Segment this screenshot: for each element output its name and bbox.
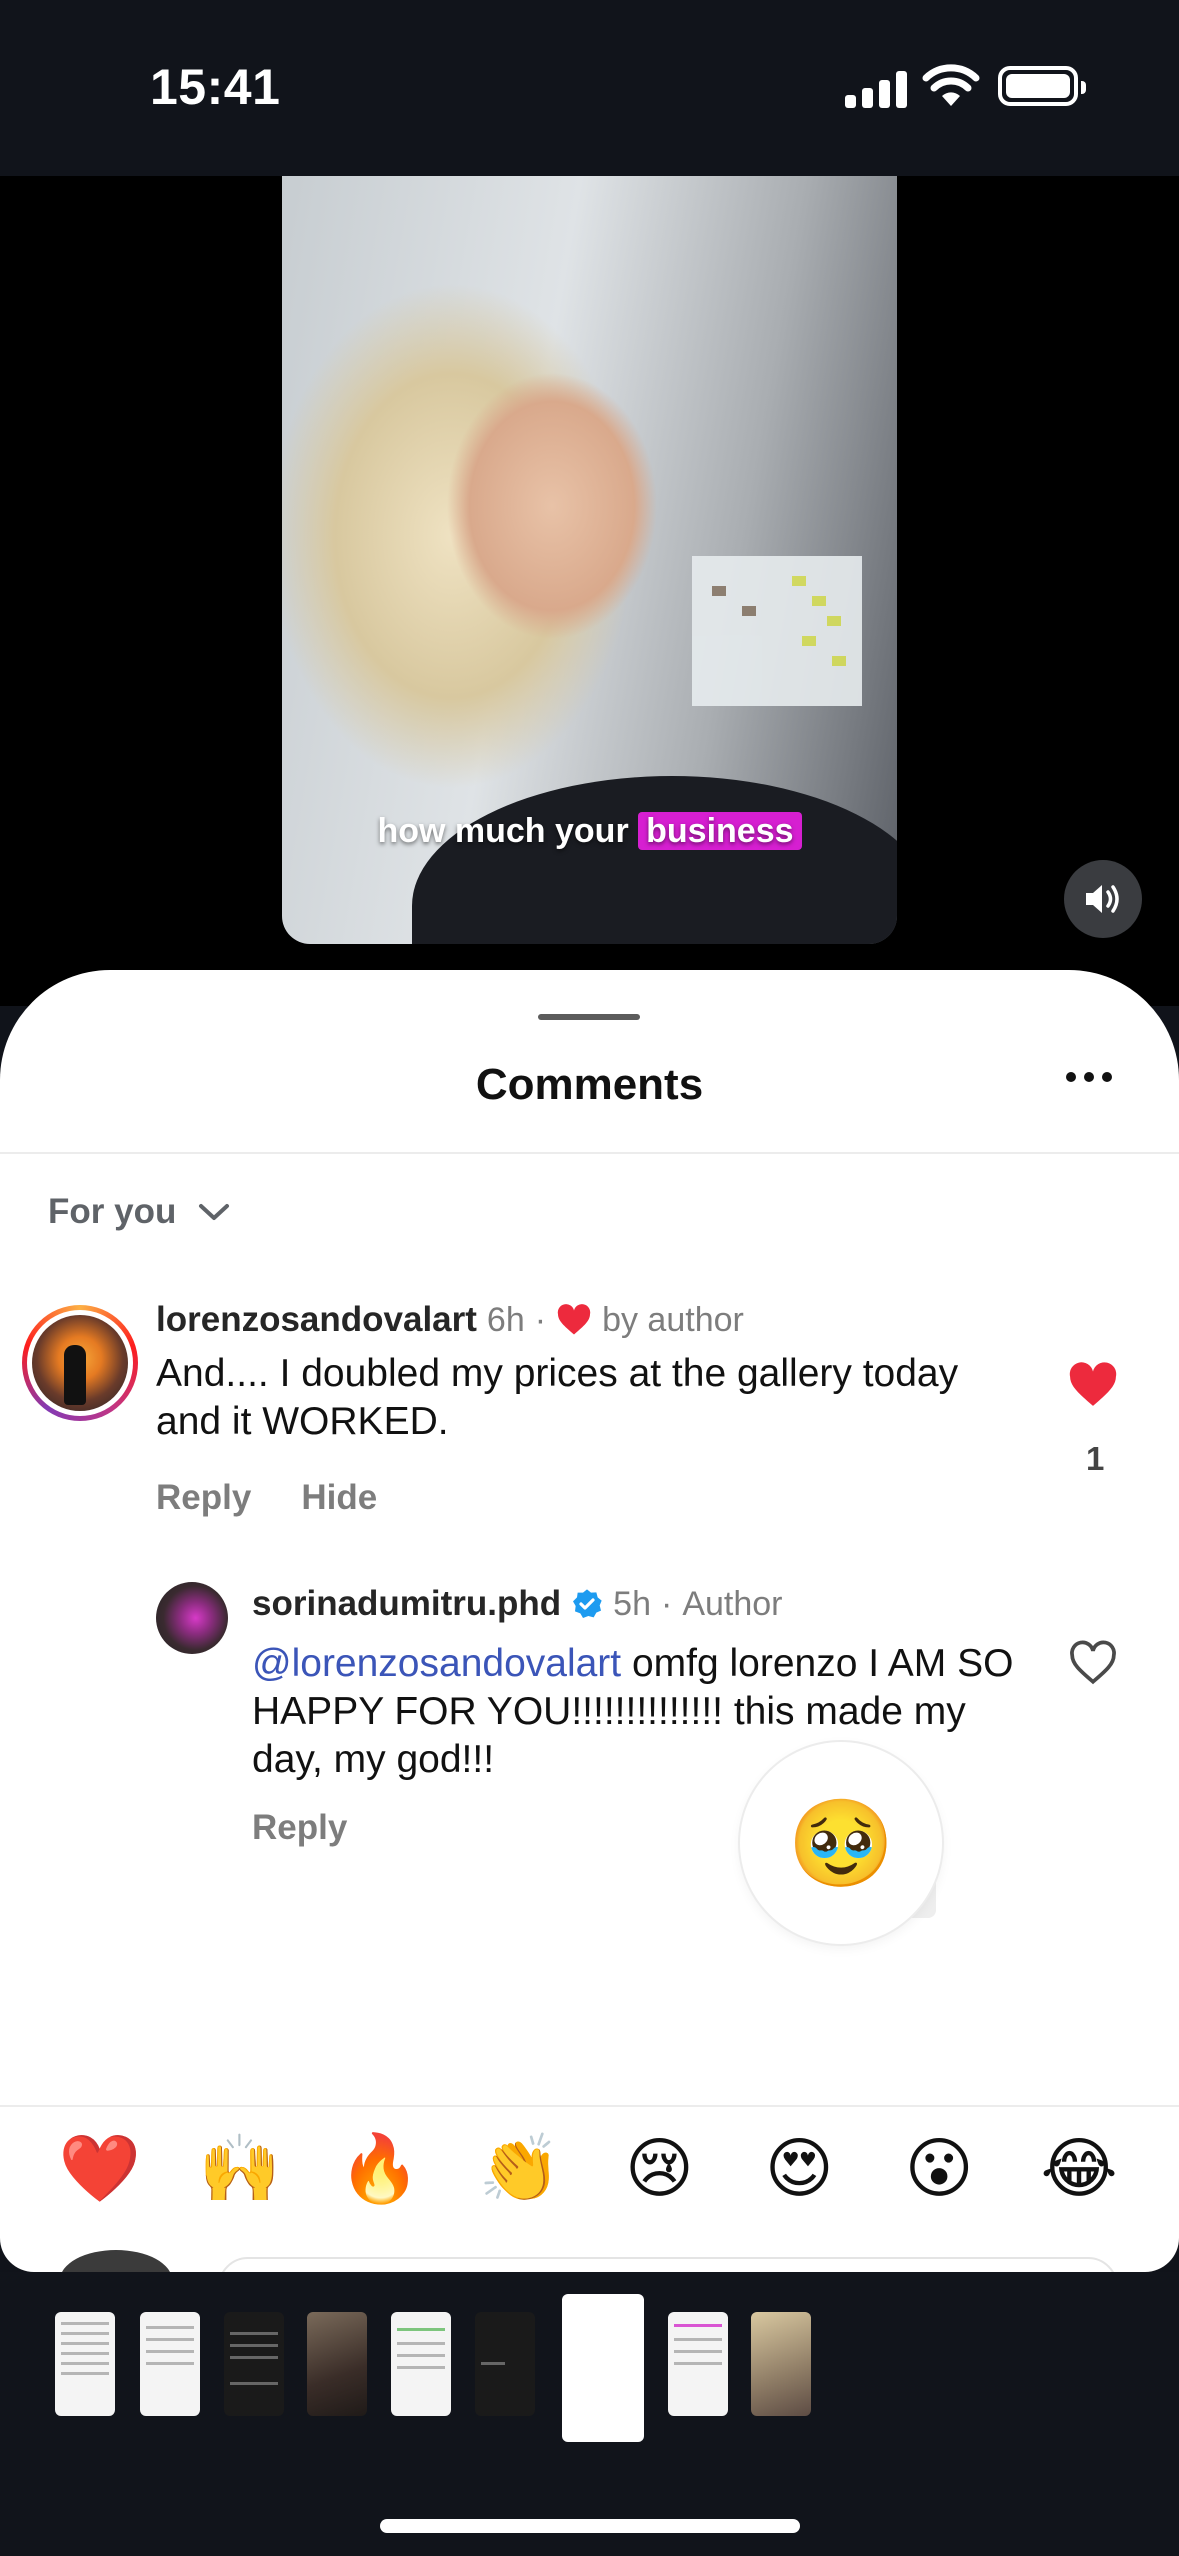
comment-input[interactable] [218,2257,1118,2272]
quick-reactions-bar: ❤️ 🙌 🔥 👏 😢 😍 😮 😂 [0,2130,1179,2208]
cellular-signal-icon [845,68,907,108]
comment-username[interactable]: lorenzosandovalart [156,1300,477,1340]
thumbnail[interactable] [475,2312,535,2416]
chevron-down-icon [199,1204,230,1220]
author-liked-heart-icon [557,1304,591,1335]
thumbnail[interactable] [751,2312,811,2416]
comment-time: 5h [613,1584,651,1623]
app-switcher-strip [0,2272,1179,2556]
avatar[interactable] [156,1582,228,1654]
sheet-grabber[interactable] [538,1014,640,1020]
reaction-heart-eyes[interactable]: 😍 [744,2130,854,2208]
divider [0,2105,1179,2107]
heart-outline-icon[interactable] [1068,1640,1118,1686]
video-caption: how much your business [282,812,897,851]
reaction-heart[interactable]: ❤️ [45,2130,155,2208]
heart-filled-icon[interactable] [1068,1362,1118,1408]
thumbnail[interactable] [668,2312,728,2416]
sort-dropdown[interactable]: For you [48,1192,230,1232]
reaction-popup: 🥹 [740,1742,942,1944]
sort-label: For you [48,1192,177,1231]
mention-link[interactable]: @lorenzosandovalart [252,1642,621,1685]
comment-meta: sorinadumitru.phd 5h · Author [252,1584,783,1624]
like-count[interactable]: 1 [1086,1440,1104,1478]
comment-meta: lorenzosandovalart 6h · by author [156,1300,744,1340]
reaction-laughing[interactable]: 😂 [1024,2130,1134,2208]
hide-button[interactable]: Hide [301,1478,377,1518]
active-thumbnail[interactable] [562,2294,644,2442]
more-dots-icon[interactable] [1066,1072,1112,1082]
thumbnail[interactable] [224,2312,284,2416]
background-wall-notes [692,556,862,706]
divider [0,1152,1179,1154]
caption-highlight: business [638,812,802,850]
video-area: how much your business [0,176,1179,1006]
comments-sheet: Comments For you lorenzosandovalart 6h ·… [0,970,1179,2272]
liked-by-author-label: by author [602,1300,744,1339]
comment-text: And.... I doubled my prices at the galle… [156,1352,959,1443]
comment-username[interactable]: sorinadumitru.phd [252,1584,561,1624]
home-indicator[interactable] [380,2519,800,2533]
comment-actions: Reply Hide [156,1478,377,1518]
thumbnail[interactable] [391,2312,451,2416]
avatar[interactable] [22,1305,138,1421]
reaction-surprised[interactable]: 😮 [884,2130,994,2208]
status-bar: 15:41 [0,0,1179,170]
speaker-icon[interactable] [1064,860,1142,938]
battery-icon [998,66,1086,106]
reply-button[interactable]: Reply [252,1808,347,1848]
reel-video[interactable]: how much your business [282,176,897,944]
thumbnail[interactable] [140,2312,200,2416]
thumbnail[interactable] [307,2312,367,2416]
reaction-raised-hands[interactable]: 🙌 [185,2130,295,2208]
author-label: Author [682,1584,783,1623]
comment-text: @lorenzosandovalart omfg lorenzo I AM SO… [252,1642,1014,1781]
sheet-title: Comments [475,1060,704,1109]
wifi-icon [922,64,980,106]
verified-badge-icon [573,1589,602,1618]
reaction-crying[interactable]: 😢 [604,2130,714,2208]
reaction-fire[interactable]: 🔥 [325,2130,435,2208]
status-time: 15:41 [150,59,281,115]
avatar [60,2250,172,2272]
reaction-clap[interactable]: 👏 [465,2130,575,2208]
video-subject [412,776,897,944]
comment-time: 6h [486,1300,525,1339]
thumbnail[interactable] [55,2312,115,2416]
reply-button[interactable]: Reply [156,1478,251,1518]
